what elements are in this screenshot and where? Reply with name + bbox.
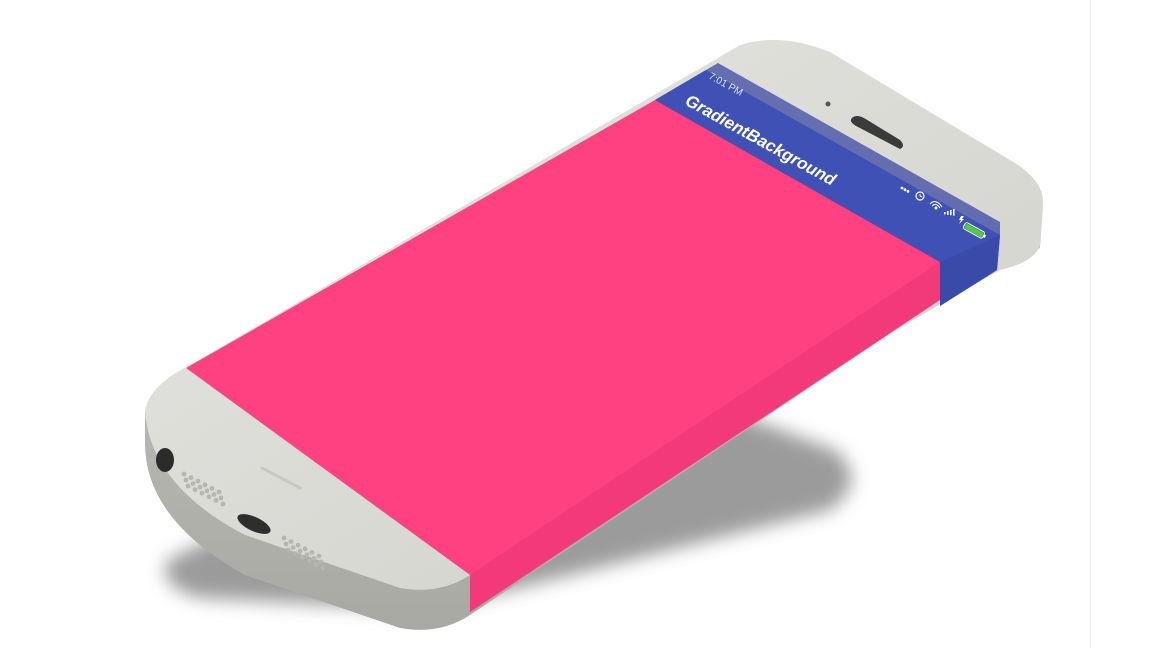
speaker-hole [316, 553, 322, 559]
speaker-hole [188, 475, 194, 480]
speaker-hole [285, 547, 291, 553]
speaker-hole [299, 554, 305, 560]
speaker-hole [290, 545, 296, 550]
speaker-hole [185, 483, 191, 489]
speaker-hole [181, 471, 187, 477]
speaker-hole [213, 498, 219, 503]
speaker-hole [292, 551, 298, 556]
front-camera [825, 101, 831, 107]
headphone-jack [156, 448, 174, 472]
speaker-hole [313, 562, 319, 567]
speaker-hole [306, 558, 312, 564]
speaker-hole [209, 486, 215, 491]
speaker-hole [318, 559, 324, 565]
speaker-hole [220, 501, 226, 507]
phone-mockup: 7:01 PM GradientBackground [145, 39, 1044, 630]
mockup-stage: 7:01 PM GradientBackground [0, 0, 1159, 648]
speaker-hole [302, 546, 308, 552]
speaker-hole [288, 539, 294, 544]
speaker-hole [218, 495, 224, 501]
speaker-hole [309, 550, 315, 555]
speaker-hole [304, 552, 310, 558]
speaker-hole [190, 481, 196, 486]
speaker-hole [283, 541, 289, 547]
speaker-hole [183, 477, 189, 483]
speaker-hole [197, 484, 203, 490]
speaker-hole [320, 565, 326, 571]
speaker-hole [295, 542, 301, 548]
speaker-hole [281, 535, 287, 541]
speaker-hole [192, 487, 198, 492]
speaker-hole [216, 489, 222, 495]
speaker-hole [311, 556, 317, 561]
speaker-hole [195, 478, 201, 484]
speaker-hole [211, 492, 217, 497]
speaker-hole [202, 482, 208, 488]
speaker-hole [297, 548, 303, 554]
speaker-hole [199, 490, 205, 496]
speaker-hole [206, 494, 212, 500]
speaker-hole [204, 488, 210, 494]
